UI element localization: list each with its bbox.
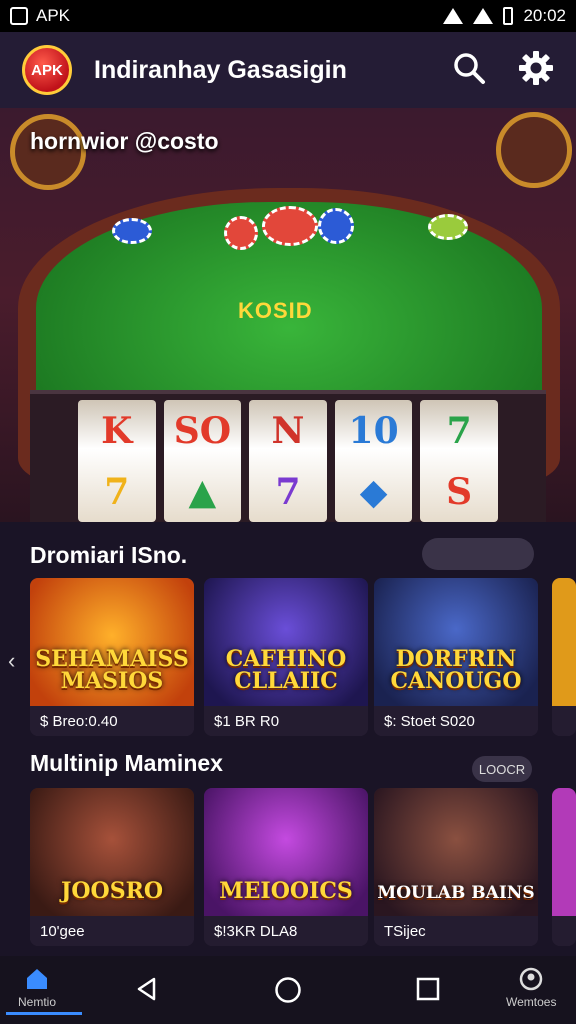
slot-reel: N7 <box>249 400 327 522</box>
game-card-art-text: DORFRIN CANOUGO <box>390 646 522 694</box>
slot-reel: 7S <box>420 400 498 522</box>
status-bar: APK 20:02 <box>0 0 576 32</box>
game-card-footer: $!3KR DLA8 <box>204 916 368 946</box>
table-logo-text: KOSID <box>238 298 313 323</box>
active-tab-indicator <box>6 1012 82 1015</box>
game-card-footer: $ Breo:0.40 <box>30 706 194 736</box>
section-title: Multinip Maminex <box>30 750 223 776</box>
game-card-art-text: MOULAB BAINS <box>377 883 535 903</box>
game-card[interactable] <box>552 788 576 946</box>
game-card[interactable]: MEIOOICS $!3KR DLA8 <box>204 788 368 946</box>
game-card-footer: TSijec <box>374 916 538 946</box>
app-logo[interactable]: APK <box>22 45 72 95</box>
app-header: APK Indiranhay Gasasigin <box>0 32 576 108</box>
wifi-icon <box>443 8 464 24</box>
slot-reel: 10 ◆ <box>334 400 413 522</box>
hero-banner[interactable]: KOSID hornwior @costo K7 SO ▲ N7 10 ◆ 7S <box>0 108 576 522</box>
slot-reels: K7 SO ▲ N7 10 ◆ 7S <box>30 390 546 522</box>
game-card-art-text: SEHAMAISS MASIOS <box>35 646 189 694</box>
chip-stack <box>428 214 468 240</box>
nav-recents[interactable] <box>416 977 440 1004</box>
photo-icon <box>10 7 28 25</box>
slot-reel: K7 <box>78 400 156 522</box>
game-card-art-text: MEIOOICS <box>219 878 353 904</box>
clock: 20:02 <box>523 6 566 25</box>
nav-profile[interactable]: Wemtoes <box>506 966 556 1009</box>
chip-stack <box>318 208 354 244</box>
home-icon <box>24 966 50 995</box>
home-circle-icon <box>274 976 302 1007</box>
chip-stack <box>262 206 318 246</box>
recents-icon <box>416 977 440 1004</box>
search-icon[interactable] <box>452 51 486 90</box>
game-card[interactable]: CAFHINO CLLAIIC $1 BR R0 <box>204 578 368 736</box>
hero-badge-right <box>496 112 572 188</box>
game-card-footer: 10'gee <box>30 916 194 946</box>
nav-home-label: Nemtio <box>18 995 57 1009</box>
game-card[interactable]: DORFRIN CANOUGO $: Stoet S020 <box>374 578 538 736</box>
logo-text: APK <box>31 61 63 79</box>
game-card[interactable]: JOOSRO 10'gee <box>30 788 194 946</box>
chip-stack <box>112 218 152 244</box>
game-card[interactable]: MOULAB BAINS TSijec <box>374 788 538 946</box>
back-icon <box>134 976 160 1005</box>
profile-icon <box>518 966 544 995</box>
bottom-navigation: Nemtio Wemtoes <box>0 956 576 1024</box>
game-card-footer: $: Stoet S020 <box>374 706 538 736</box>
hero-caption: hornwior @costo <box>30 128 219 154</box>
gear-icon[interactable] <box>518 50 554 91</box>
app-title: Indiranhay Gasasigin <box>94 55 347 84</box>
battery-icon <box>503 7 514 25</box>
section-title: Dromiari ISno. <box>30 542 188 568</box>
chevron-left-icon[interactable]: ‹ <box>8 648 15 674</box>
game-card-art-text: CAFHINO CLLAIIC <box>225 646 347 694</box>
game-card-footer: $1 BR R0 <box>204 706 368 736</box>
nav-profile-label: Wemtoes <box>506 995 557 1009</box>
game-card[interactable] <box>552 578 576 736</box>
nav-home-circle[interactable] <box>274 976 302 1007</box>
game-card[interactable]: SEHAMAISS MASIOS $ Breo:0.40 <box>30 578 194 736</box>
signal-icon <box>473 8 494 24</box>
game-card-art-text: JOOSRO <box>60 878 164 904</box>
chip-stack <box>224 216 258 250</box>
carrier-text: APK <box>36 6 71 25</box>
section-more-button[interactable]: LOOCR <box>472 756 532 782</box>
nav-home[interactable]: Nemtio <box>18 966 56 1009</box>
nav-back[interactable] <box>134 976 160 1005</box>
section-pill[interactable] <box>422 538 534 570</box>
slot-reel: SO ▲ <box>163 400 242 522</box>
